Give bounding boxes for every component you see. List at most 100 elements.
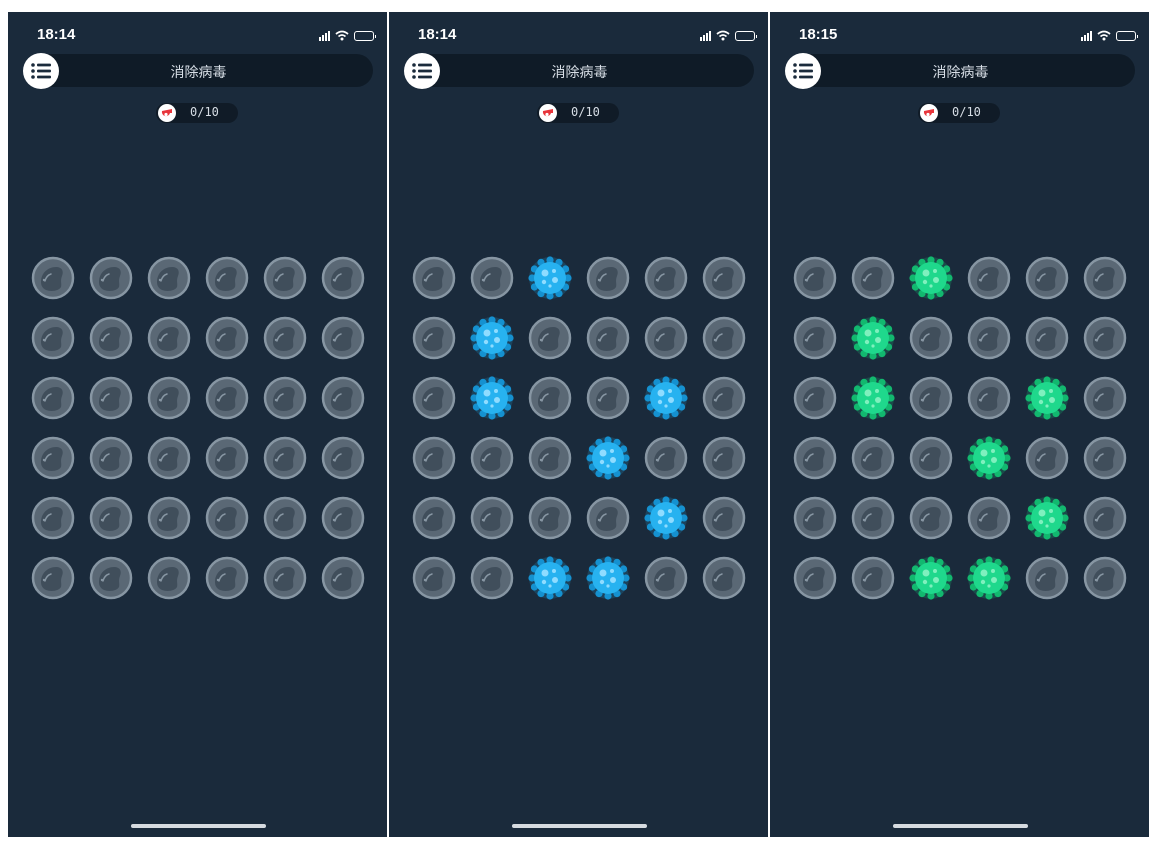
cell[interactable] xyxy=(702,496,746,540)
cell[interactable] xyxy=(147,436,191,480)
virus-cell[interactable] xyxy=(851,376,895,420)
cell[interactable] xyxy=(644,556,688,600)
cell[interactable] xyxy=(909,496,953,540)
cell[interactable] xyxy=(470,256,514,300)
cell[interactable] xyxy=(89,316,133,360)
cell[interactable] xyxy=(793,496,837,540)
cell[interactable] xyxy=(1083,496,1127,540)
cell[interactable] xyxy=(1083,436,1127,480)
cell[interactable] xyxy=(321,316,365,360)
cell[interactable] xyxy=(31,256,75,300)
cell[interactable] xyxy=(263,256,307,300)
cell[interactable] xyxy=(147,496,191,540)
cell[interactable] xyxy=(31,316,75,360)
home-indicator[interactable] xyxy=(131,824,266,828)
virus-cell[interactable] xyxy=(528,256,572,300)
cell[interactable] xyxy=(147,316,191,360)
cell[interactable] xyxy=(528,436,572,480)
cell[interactable] xyxy=(528,316,572,360)
cell[interactable] xyxy=(1083,376,1127,420)
cell[interactable] xyxy=(967,316,1011,360)
cell[interactable] xyxy=(89,376,133,420)
cell[interactable] xyxy=(31,436,75,480)
cell[interactable] xyxy=(263,496,307,540)
home-indicator[interactable] xyxy=(893,824,1028,828)
cell[interactable] xyxy=(702,556,746,600)
virus-cell[interactable] xyxy=(470,376,514,420)
cell[interactable] xyxy=(851,496,895,540)
cell[interactable] xyxy=(89,436,133,480)
cell[interactable] xyxy=(412,556,456,600)
cell[interactable] xyxy=(1083,316,1127,360)
cell[interactable] xyxy=(263,316,307,360)
cell[interactable] xyxy=(147,256,191,300)
virus-cell[interactable] xyxy=(470,316,514,360)
virus-cell[interactable] xyxy=(586,436,630,480)
cell[interactable] xyxy=(644,436,688,480)
cell[interactable] xyxy=(909,316,953,360)
cell[interactable] xyxy=(205,496,249,540)
cell[interactable] xyxy=(702,256,746,300)
cell[interactable] xyxy=(851,436,895,480)
cell[interactable] xyxy=(1025,556,1069,600)
cell[interactable] xyxy=(793,556,837,600)
cell[interactable] xyxy=(528,496,572,540)
cell[interactable] xyxy=(263,436,307,480)
cell[interactable] xyxy=(528,376,572,420)
cell[interactable] xyxy=(31,556,75,600)
cell[interactable] xyxy=(793,256,837,300)
cell[interactable] xyxy=(1083,256,1127,300)
virus-cell[interactable] xyxy=(909,556,953,600)
cell[interactable] xyxy=(263,376,307,420)
cell[interactable] xyxy=(1083,556,1127,600)
cell[interactable] xyxy=(702,376,746,420)
cell[interactable] xyxy=(586,256,630,300)
cell[interactable] xyxy=(412,316,456,360)
cell[interactable] xyxy=(147,556,191,600)
cell[interactable] xyxy=(147,376,191,420)
cell[interactable] xyxy=(470,496,514,540)
cell[interactable] xyxy=(31,376,75,420)
cell[interactable] xyxy=(586,376,630,420)
virus-cell[interactable] xyxy=(1025,376,1069,420)
cell[interactable] xyxy=(909,376,953,420)
cell[interactable] xyxy=(644,256,688,300)
cell[interactable] xyxy=(205,436,249,480)
virus-cell[interactable] xyxy=(1025,496,1069,540)
cell[interactable] xyxy=(1025,316,1069,360)
virus-cell[interactable] xyxy=(644,376,688,420)
cell[interactable] xyxy=(412,496,456,540)
cell[interactable] xyxy=(1025,436,1069,480)
cell[interactable] xyxy=(321,376,365,420)
cell[interactable] xyxy=(321,436,365,480)
cell[interactable] xyxy=(851,256,895,300)
cell[interactable] xyxy=(412,376,456,420)
cell[interactable] xyxy=(470,556,514,600)
cell[interactable] xyxy=(205,316,249,360)
cell[interactable] xyxy=(205,256,249,300)
cell[interactable] xyxy=(793,436,837,480)
cell[interactable] xyxy=(412,436,456,480)
cell[interactable] xyxy=(470,436,514,480)
cell[interactable] xyxy=(702,436,746,480)
cell[interactable] xyxy=(321,556,365,600)
home-indicator[interactable] xyxy=(512,824,647,828)
virus-cell[interactable] xyxy=(528,556,572,600)
cell[interactable] xyxy=(412,256,456,300)
cell[interactable] xyxy=(263,556,307,600)
cell[interactable] xyxy=(793,316,837,360)
cell[interactable] xyxy=(205,556,249,600)
cell[interactable] xyxy=(31,496,75,540)
cell[interactable] xyxy=(321,496,365,540)
virus-cell[interactable] xyxy=(644,496,688,540)
cell[interactable] xyxy=(967,376,1011,420)
cell[interactable] xyxy=(851,556,895,600)
cell[interactable] xyxy=(909,436,953,480)
cell[interactable] xyxy=(1025,256,1069,300)
virus-cell[interactable] xyxy=(967,556,1011,600)
cell[interactable] xyxy=(205,376,249,420)
virus-cell[interactable] xyxy=(967,436,1011,480)
cell[interactable] xyxy=(967,496,1011,540)
cell[interactable] xyxy=(89,556,133,600)
cell[interactable] xyxy=(586,316,630,360)
